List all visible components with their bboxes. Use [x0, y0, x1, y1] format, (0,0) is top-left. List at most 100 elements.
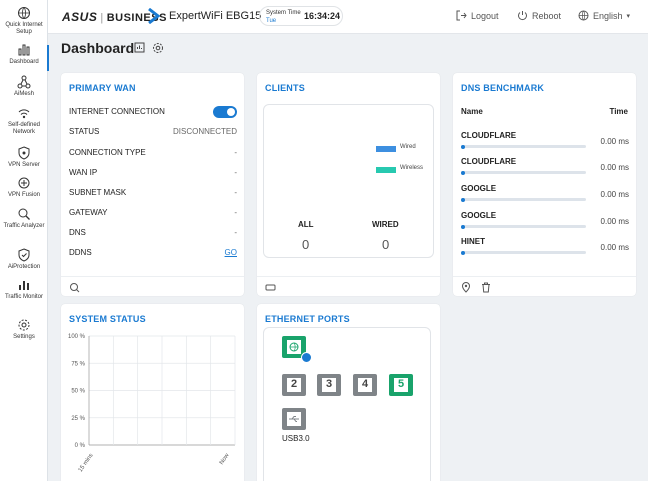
y-tick-label: 100 % [68, 334, 86, 340]
usb-port[interactable] [282, 408, 306, 430]
system-time-box: System Time Tue 16:34:24 [259, 6, 343, 26]
card-title: PRIMARY WAN [69, 83, 136, 93]
wan-row-wan-ip: WAN IP - [69, 168, 237, 177]
traffic-monitor-icon [19, 281, 29, 290]
card-footer [257, 276, 440, 296]
dns-row: HINET 0.00 ms [461, 237, 629, 255]
location-pin-icon[interactable] [461, 282, 471, 293]
system-time-value: 16:34:24 [304, 11, 341, 21]
sidebar-item-label: AiProtection [7, 264, 41, 270]
sidebar-item-aiprotection[interactable]: AiProtection [0, 248, 48, 271]
trash-icon[interactable] [481, 282, 491, 293]
card-footer [61, 276, 244, 296]
legend-swatch-wireless [376, 167, 396, 173]
clients-all-value: 0 [302, 237, 310, 252]
lan-port-4[interactable]: 4 [353, 374, 377, 396]
brand-chevron-icon [148, 8, 160, 24]
power-icon [518, 11, 527, 21]
globe-icon [578, 10, 589, 21]
clients-wired-value: 0 [382, 237, 390, 252]
sidebar-item-traffic-monitor[interactable]: Traffic Monitor [0, 278, 48, 301]
sidebar-item-settings[interactable]: Settings [0, 318, 48, 341]
sidebar-item-label: Dashboard [9, 59, 39, 65]
globe-icon [289, 342, 299, 352]
sidebar-item-aimesh[interactable]: AiMesh [0, 75, 48, 98]
system-status-chart: 100 % 75 % 50 % 25 % 0 % 15 mins Now [68, 334, 236, 474]
wan-row-internet-connection: INTERNET CONNECTION [69, 105, 237, 119]
dns-row: GOOGLE 0.00 ms [461, 211, 629, 229]
wan-row-dns: DNS - [69, 228, 237, 237]
clients-card: CLIENTS Wired Wireless ALL 0 WIRED 0 [257, 73, 440, 296]
sidebar-item-label: AiMesh [13, 91, 34, 97]
shield-icon [18, 248, 30, 262]
clients-panel: Wired Wireless ALL 0 WIRED 0 [263, 104, 434, 258]
sidebar: Quick Internet Setup Dashboard AiMesh Se… [0, 0, 49, 481]
top-bar: ASUS | BUSINESS ExpertWiFi EBG15 System Ti… [48, 0, 648, 34]
card-title: CLIENTS [265, 83, 305, 93]
clients-wired-label: WIRED [372, 220, 399, 229]
dashboard-layout-icon[interactable] [134, 42, 145, 53]
lan-port-2[interactable]: 2 [282, 374, 306, 396]
clients-all-label: ALL [298, 220, 314, 229]
system-status-card: SYSTEM STATUS 100 % 75 % 50 % 25 % 0 % 15 min… [61, 304, 244, 481]
sidebar-item-vpn-server[interactable]: VPN Server [0, 146, 48, 169]
sidebar-item-label: Self-defined Network [7, 122, 41, 135]
client-list-icon[interactable] [265, 282, 276, 293]
gear-icon[interactable] [152, 42, 164, 54]
card-title: DNS BENCHMARK [461, 83, 545, 93]
ddns-go-link[interactable]: GO [225, 248, 237, 257]
wan-row-connection-type: CONNECTION TYPE - [69, 148, 237, 157]
x-tick-label: Now [219, 452, 231, 466]
wan-row-subnet-mask: SUBNET MASK - [69, 188, 237, 197]
logout-button[interactable]: Logout [456, 10, 499, 21]
sidebar-item-label: VPN Fusion [7, 192, 40, 198]
sidebar-item-quick-internet-setup[interactable]: Quick Internet Setup [0, 6, 48, 36]
language-selector[interactable]: English ▾ [578, 10, 630, 21]
wan-row-ddns: DDNS GO [69, 248, 237, 257]
dns-latency-bar [461, 144, 586, 149]
dns-latency-bar [461, 197, 586, 202]
x-tick-label: 15 mins [78, 453, 95, 474]
network-icon [18, 109, 30, 119]
vpn-server-icon [18, 146, 30, 160]
dns-col-name: Name [461, 107, 483, 116]
y-tick-label: 75 % [71, 361, 85, 367]
globe-setup-icon [18, 7, 30, 19]
wan-row-gateway: GATEWAY - [69, 208, 237, 217]
internet-connection-toggle[interactable] [213, 106, 237, 118]
bar-chart-icon [18, 44, 30, 56]
dns-latency-bar [461, 224, 586, 229]
legend-label-wireless: Wireless [400, 165, 424, 171]
system-time-label: System Time [266, 10, 301, 16]
usb-label: USB3.0 [282, 434, 310, 443]
card-title: ETHERNET PORTS [265, 314, 350, 324]
ethernet-ports-card: ETHERNET PORTS 2 3 4 5 USB3.0 [257, 304, 440, 481]
usb-icon [289, 416, 299, 422]
lan-port-3[interactable]: 3 [317, 374, 341, 396]
sidebar-item-label: Quick Internet Setup [5, 22, 43, 35]
chevron-down-icon: ▾ [626, 12, 631, 20]
lan-port-5[interactable]: 5 [389, 374, 413, 396]
dns-benchmark-card: DNS BENCHMARK Name Time CLOUDFLARE 0.00 … [453, 73, 636, 296]
reboot-button[interactable]: Reboot [517, 10, 561, 21]
dns-latency-bar [461, 170, 586, 175]
y-tick-label: 25 % [71, 416, 85, 422]
card-title: SYSTEM STATUS [69, 314, 146, 324]
sidebar-item-traffic-analyzer[interactable]: Traffic Analyzer [0, 207, 48, 230]
sidebar-item-dashboard[interactable]: Dashboard [0, 43, 49, 71]
legend-label-wired: Wired [400, 144, 416, 150]
model-name: ExpertWiFi EBG15 [169, 10, 262, 22]
dns-row: CLOUDFLARE 0.00 ms [461, 157, 629, 175]
vpn-fusion-icon [18, 177, 30, 189]
sidebar-item-label: Traffic Monitor [4, 294, 43, 300]
network-diagnose-icon[interactable] [69, 282, 80, 293]
logout-icon [456, 10, 467, 21]
y-tick-label: 0 % [75, 443, 86, 449]
sidebar-item-vpn-fusion[interactable]: VPN Fusion [0, 176, 48, 199]
wan-port[interactable] [282, 336, 312, 363]
sidebar-item-self-defined-network[interactable]: Self-defined Network [0, 106, 48, 136]
traffic-analyzer-icon [18, 208, 30, 220]
mesh-icon [17, 75, 31, 89]
legend-swatch-wired [376, 146, 396, 152]
card-footer [453, 276, 636, 296]
